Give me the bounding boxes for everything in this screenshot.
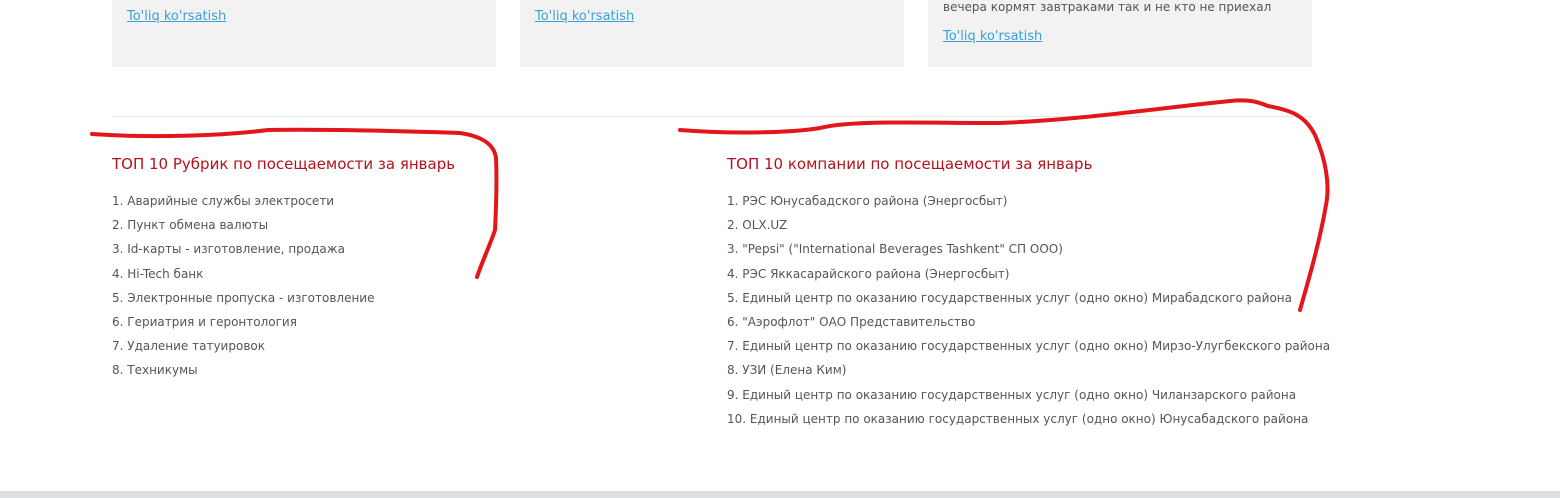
rubric-item[interactable]: 8. Техникумы [112, 358, 672, 382]
rubric-item[interactable]: 7. Удаление татуировок [112, 334, 672, 358]
review-card: вечера кормят завтраками так и не кто не… [928, 0, 1312, 67]
rubric-item[interactable]: 2. Пункт обмена валюты [112, 213, 672, 237]
review-card: To'liq ko'rsatish [112, 0, 496, 67]
rubric-item[interactable]: 4. Hi-Tech банк [112, 262, 672, 286]
show-more-link[interactable]: To'liq ko'rsatish [127, 9, 226, 24]
top-rubrics-list: 1. Аварийные службы электросети 2. Пункт… [112, 189, 672, 383]
footer-bar [0, 491, 1560, 498]
company-item[interactable]: 7. Единый центр по оказанию государствен… [727, 334, 1427, 358]
company-item[interactable]: 4. РЭС Яккасарайского района (Энергосбыт… [727, 262, 1427, 286]
top-companies-section: ТОП 10 компании по посещаемости за январ… [727, 154, 1427, 431]
show-more-link[interactable]: To'liq ko'rsatish [535, 9, 634, 24]
section-divider [112, 116, 1312, 117]
rubric-item[interactable]: 5. Электронные пропуска - изготовление [112, 286, 672, 310]
top-rubrics-section: ТОП 10 Рубрик по посещаемости за январь … [112, 154, 672, 383]
top-rubrics-title: ТОП 10 Рубрик по посещаемости за январь [112, 155, 456, 173]
company-item[interactable]: 5. Единый центр по оказанию государствен… [727, 286, 1427, 310]
review-card: To'liq ko'rsatish [520, 0, 904, 67]
company-item[interactable]: 1. РЭС Юнусабадского района (Энергосбыт) [727, 189, 1427, 213]
rubric-item[interactable]: 1. Аварийные службы электросети [112, 189, 672, 213]
company-item[interactable]: 6. "Аэрофлот" ОАО Представительство [727, 310, 1427, 334]
show-more-link[interactable]: To'liq ko'rsatish [943, 29, 1042, 44]
top-companies-list: 1. РЭС Юнусабадского района (Энергосбыт)… [727, 189, 1427, 431]
company-item[interactable]: 10. Единый центр по оказанию государстве… [727, 407, 1427, 431]
rubric-item[interactable]: 3. Id-карты - изготовление, продажа [112, 237, 672, 261]
review-text: вечера кормят завтраками так и не кто не… [943, 0, 1272, 14]
company-item[interactable]: 3. "Pepsi" ("International Beverages Tas… [727, 237, 1427, 261]
rubric-item[interactable]: 6. Гериатрия и геронтология [112, 310, 672, 334]
company-item[interactable]: 2. OLX.UZ [727, 213, 1427, 237]
company-item[interactable]: 8. УЗИ (Елена Ким) [727, 358, 1427, 382]
top-companies-title: ТОП 10 компании по посещаемости за январ… [727, 155, 1093, 173]
company-item[interactable]: 9. Единый центр по оказанию государствен… [727, 383, 1427, 407]
